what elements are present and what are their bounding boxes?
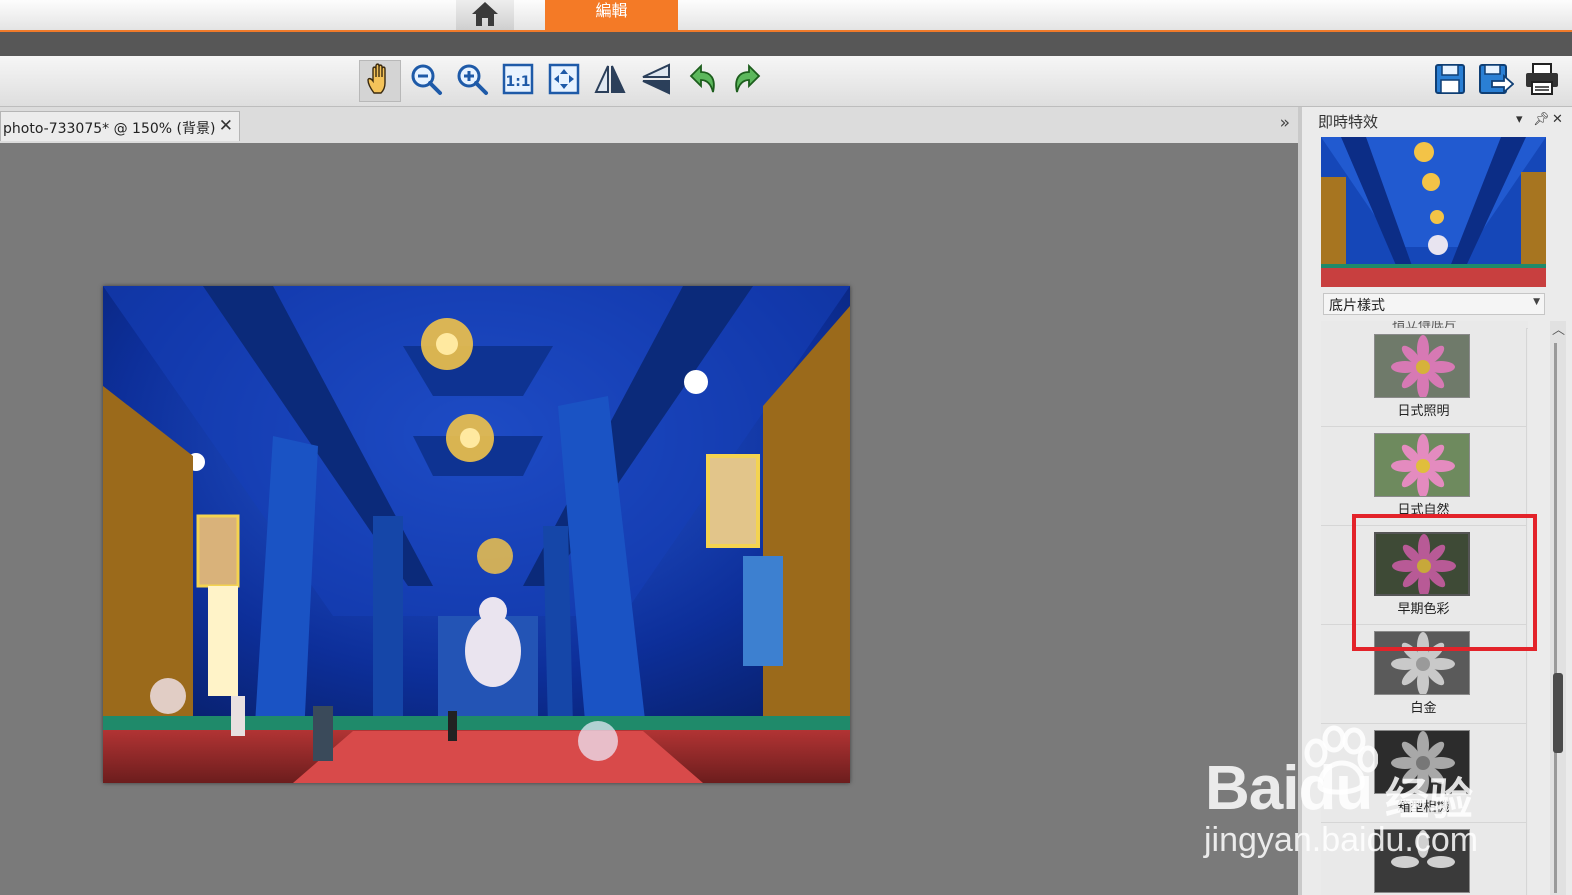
home-button[interactable] xyxy=(456,0,514,30)
style-category-value: 底片樣式 xyxy=(1329,298,1385,314)
preset-thumbnail xyxy=(1374,433,1470,497)
document-tab-label: photo-733075* @ 150% (背景) xyxy=(3,121,216,137)
fit-screen-icon xyxy=(547,62,581,100)
scroll-track xyxy=(1554,343,1557,893)
style-category-select[interactable]: 底片樣式 ▼ xyxy=(1323,293,1545,315)
scroll-thumb[interactable] xyxy=(1553,673,1563,753)
chevron-up-icon[interactable]: ︿ xyxy=(1552,319,1565,338)
preset-label: 箱型相機 xyxy=(1397,800,1450,815)
toolbar: 1:1 xyxy=(0,56,1572,107)
flip-horizontal-button[interactable] xyxy=(589,60,631,102)
fit-screen-button[interactable] xyxy=(543,60,585,102)
edited-photo xyxy=(103,286,850,783)
save-icon xyxy=(1433,62,1467,100)
panel-menu-icon[interactable]: ▾ xyxy=(1516,112,1523,127)
undo-button[interactable] xyxy=(681,60,723,102)
preset-label: 日式照明 xyxy=(1397,404,1450,419)
redo-button[interactable] xyxy=(727,60,769,102)
preset-item[interactable] xyxy=(1321,823,1527,895)
preset-label: 白金 xyxy=(1410,701,1437,716)
mode-bar xyxy=(0,32,1572,56)
close-icon[interactable]: ✕ xyxy=(1552,112,1563,127)
print-button[interactable] xyxy=(1521,60,1563,102)
flip-vertical-icon xyxy=(639,62,673,100)
actual-size-button[interactable]: 1:1 xyxy=(497,60,539,102)
effect-preview xyxy=(1321,137,1546,287)
zoom-in-icon xyxy=(455,62,489,100)
preset-thumbnail xyxy=(1374,334,1470,398)
print-icon xyxy=(1524,62,1560,100)
edit-tab[interactable]: 編輯 xyxy=(545,0,678,30)
preset-thumbnail xyxy=(1374,829,1470,893)
actual-size-icon: 1:1 xyxy=(501,62,535,100)
pin-icon[interactable]: 📌︎ xyxy=(1533,112,1550,127)
save-as-button[interactable] xyxy=(1475,60,1517,102)
top-tab-bar: 編輯 xyxy=(0,0,1572,32)
redo-icon xyxy=(731,62,765,100)
preset-item[interactable]: 日式自然 xyxy=(1321,427,1527,526)
flip-vertical-button[interactable] xyxy=(635,60,677,102)
panel-title: 即時特效 xyxy=(1318,113,1379,131)
hand-icon xyxy=(365,63,395,99)
undo-icon xyxy=(685,62,719,100)
annotation-highlight xyxy=(1352,514,1537,651)
document-tab[interactable]: photo-733075* @ 150% (背景) ✕ xyxy=(0,111,240,141)
zoom-out-button[interactable] xyxy=(405,60,447,102)
hand-tool-button[interactable] xyxy=(359,60,401,102)
home-icon xyxy=(470,0,500,30)
close-icon[interactable]: ✕ xyxy=(219,116,233,136)
preset-item[interactable]: 日式照明 xyxy=(1321,328,1527,427)
save-button[interactable] xyxy=(1429,60,1471,102)
instant-effects-panel: 即時特效 ▾ 📌︎ ✕ 底片樣式 ▼ 指立得底片 日式照明 日式自然 早期色彩 … xyxy=(1302,107,1572,895)
svg-text:1:1: 1:1 xyxy=(505,74,530,90)
zoom-out-icon xyxy=(409,62,443,100)
panel-header: 即時特效 ▾ 📌︎ ✕ xyxy=(1302,107,1572,133)
preset-thumbnail xyxy=(1374,730,1470,794)
flip-horizontal-icon xyxy=(593,62,627,100)
document-tab-strip: photo-733075* @ 150% (背景) ✕ » xyxy=(0,107,1298,144)
preset-scrollbar[interactable]: ︿ xyxy=(1550,321,1566,895)
preset-item[interactable]: 箱型相機 xyxy=(1321,724,1527,823)
chevron-right-icon[interactable]: » xyxy=(1280,113,1290,133)
save-as-icon xyxy=(1478,62,1515,100)
chevron-down-icon: ▼ xyxy=(1533,297,1540,307)
zoom-in-button[interactable] xyxy=(451,60,493,102)
edit-tab-label: 編輯 xyxy=(595,1,628,20)
